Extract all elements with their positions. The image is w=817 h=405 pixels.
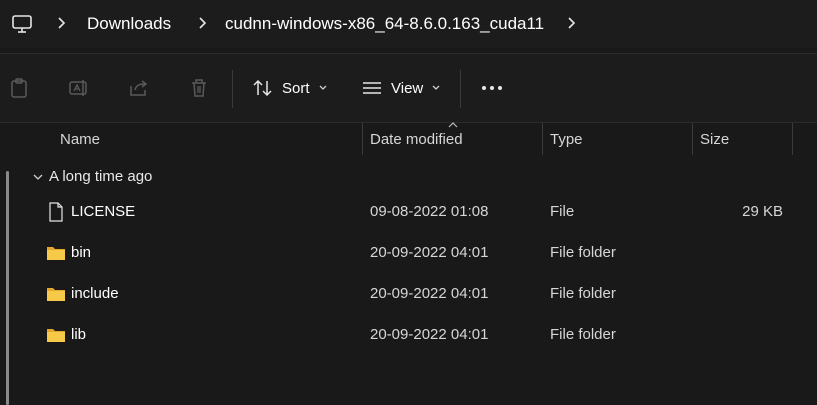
column-header-date-modified[interactable]: Date modified — [370, 131, 463, 148]
column-divider[interactable] — [692, 123, 693, 155]
file-row[interactable]: LICENSE 09-08-2022 01:08 File 29 KB — [22, 192, 817, 232]
column-divider[interactable] — [542, 123, 543, 155]
sort-label: Sort — [282, 79, 310, 97]
scrollbar-thumb[interactable] — [6, 171, 9, 405]
file-name: bin — [71, 244, 92, 261]
file-type: File folder — [550, 244, 616, 261]
view-label: View — [391, 79, 424, 97]
file-date: 09-08-2022 01:08 — [370, 203, 489, 220]
file-size: 29 KB — [742, 203, 783, 220]
file-type: File folder — [550, 285, 616, 302]
computer-icon[interactable] — [11, 13, 33, 35]
sort-button[interactable]: Sort — [252, 76, 328, 100]
paste-icon[interactable] — [8, 77, 30, 99]
file-name: lib — [71, 326, 87, 343]
file-type: File — [550, 203, 575, 220]
file-name: LICENSE — [71, 203, 136, 220]
file-row[interactable]: lib 20-09-2022 04:01 File folder — [22, 315, 817, 355]
toolbar-divider — [460, 70, 461, 108]
file-date: 20-09-2022 04:01 — [370, 244, 489, 261]
rename-icon[interactable] — [68, 77, 90, 99]
address-bar[interactable]: Downloads cudnn-windows-x86_64-8.6.0.163… — [0, 0, 817, 48]
column-header-type[interactable]: Type — [550, 131, 583, 148]
chevron-down-icon[interactable] — [32, 172, 44, 182]
folder-icon — [47, 247, 65, 260]
column-divider[interactable] — [792, 123, 793, 155]
command-bar: Sort View — [0, 54, 817, 122]
column-header-name[interactable]: Name — [60, 131, 100, 148]
chevron-down-icon — [432, 85, 440, 90]
chevron-right-icon[interactable] — [54, 15, 68, 31]
folder-icon — [47, 329, 65, 342]
more-options-icon[interactable] — [480, 84, 504, 92]
folder-icon — [47, 288, 65, 301]
column-header-size[interactable]: Size — [700, 131, 729, 148]
file-icon — [49, 202, 63, 222]
chevron-right-icon[interactable] — [564, 15, 578, 31]
share-icon[interactable] — [128, 77, 150, 99]
file-row[interactable]: bin 20-09-2022 04:01 File folder — [22, 233, 817, 273]
file-date: 20-09-2022 04:01 — [370, 285, 489, 302]
delete-icon[interactable] — [188, 77, 210, 99]
chevron-right-icon[interactable] — [195, 15, 209, 31]
view-button[interactable]: View — [361, 76, 441, 100]
view-icon — [363, 82, 381, 94]
divider — [0, 122, 817, 123]
breadcrumb-current-folder[interactable]: cudnn-windows-x86_64-8.6.0.163_cuda11 — [225, 13, 544, 35]
column-divider[interactable] — [362, 123, 363, 155]
group-header[interactable]: A long time ago — [49, 168, 152, 185]
navigation-scrollbar[interactable] — [0, 123, 22, 405]
toolbar-divider — [232, 70, 233, 108]
sort-indicator-icon — [448, 122, 458, 128]
file-row[interactable]: include 20-09-2022 04:01 File folder — [22, 274, 817, 314]
chevron-down-icon — [319, 85, 326, 90]
file-type: File folder — [550, 326, 616, 343]
sort-icon — [253, 79, 272, 97]
breadcrumb-downloads[interactable]: Downloads — [87, 13, 171, 35]
file-date: 20-09-2022 04:01 — [370, 326, 489, 343]
file-name: include — [71, 285, 119, 302]
